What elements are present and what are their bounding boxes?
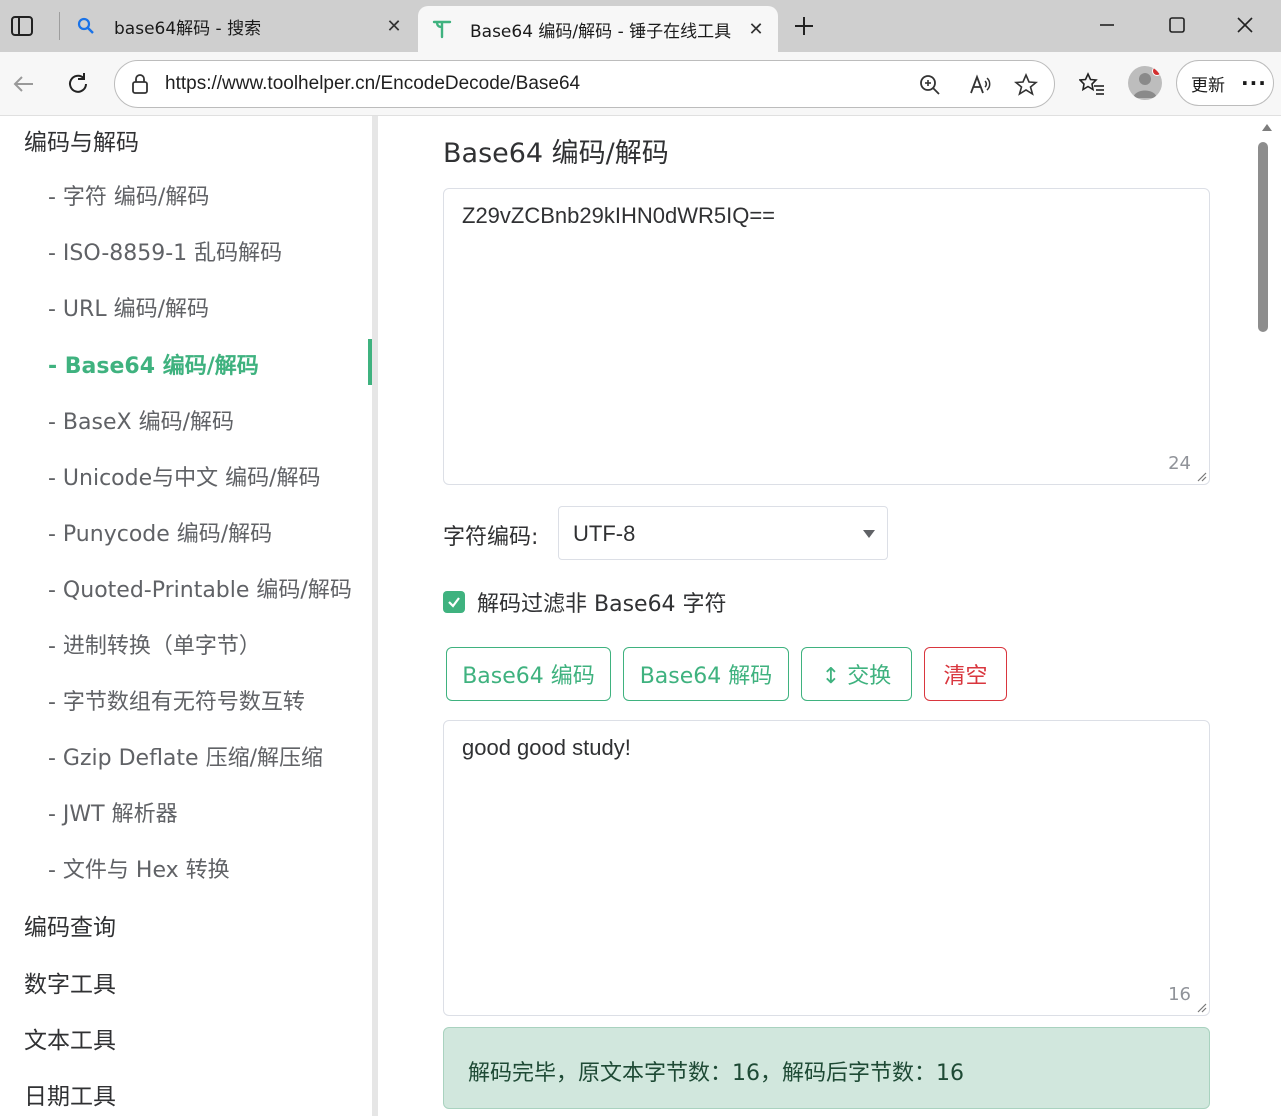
sidebar-item-iso-8859-1[interactable]: - ISO-8859-1 乱码解码 — [48, 235, 282, 267]
sidebar-item-punycode[interactable]: - Punycode 编码/解码 — [48, 516, 272, 548]
search-icon — [74, 14, 98, 38]
scroll-up-icon[interactable] — [1262, 124, 1272, 131]
more-options-icon[interactable]: ··· — [1241, 71, 1267, 95]
favorite-star-icon[interactable] — [1013, 72, 1039, 98]
sidebar-item-url[interactable]: - URL 编码/解码 — [48, 291, 209, 323]
encoding-label: 字符编码: — [443, 525, 539, 550]
sidebar-item-radix[interactable]: - 进制转换（单字节） — [48, 628, 261, 660]
resize-grip-icon[interactable] — [1197, 1003, 1207, 1013]
tab-title: base64解码 - 搜索 — [114, 18, 262, 39]
sidebar-item-base64[interactable]: - Base64 编码/解码 — [48, 348, 259, 380]
output-char-count: 16 — [1168, 984, 1191, 1005]
sidebar-section-encoding-lookup[interactable]: 编码查询 — [24, 908, 116, 942]
page-scrollbar[interactable] — [1254, 116, 1281, 1116]
sidebar-item-char-encode[interactable]: - 字符 编码/解码 — [48, 179, 209, 211]
tab-base64[interactable]: Base64 编码/解码 - 锤子在线工具 ✕ — [418, 6, 778, 52]
maximize-icon[interactable] — [1160, 10, 1194, 40]
minimize-icon[interactable] — [1090, 10, 1124, 40]
toolhelper-logo-icon — [430, 17, 454, 41]
sidebar-item-jwt[interactable]: - JWT 解析器 — [48, 796, 178, 828]
base64-decode-button[interactable]: Base64 解码 — [623, 647, 789, 701]
dropdown-arrow-icon — [863, 530, 875, 538]
back-icon[interactable] — [8, 68, 40, 100]
zoom-icon[interactable] — [917, 72, 943, 98]
base64-encode-button[interactable]: Base64 编码 — [446, 647, 611, 701]
encoding-value: UTF-8 — [573, 521, 636, 546]
clear-button[interactable]: 清空 — [924, 647, 1007, 701]
navigation-bar: https://www.toolhelper.cn/EncodeDecode/B… — [0, 52, 1281, 116]
update-button[interactable]: 更新 ··· — [1176, 60, 1274, 106]
sidebar-item-unicode[interactable]: - Unicode与中文 编码/解码 — [48, 460, 321, 492]
swap-button[interactable]: ↕ 交换 — [801, 647, 912, 701]
favorites-icon[interactable] — [1076, 68, 1108, 100]
filter-checkbox[interactable] — [443, 591, 465, 613]
output-text: good good study! — [462, 735, 631, 760]
sidebar-section-number-tools[interactable]: 数字工具 — [24, 965, 116, 999]
filter-checkbox-label[interactable]: 解码过滤非 Base64 字符 — [477, 586, 727, 618]
lock-icon[interactable] — [129, 73, 151, 95]
scroll-thumb[interactable] — [1258, 142, 1268, 332]
sidebar-section-text-tools[interactable]: 文本工具 — [24, 1021, 116, 1055]
tab-strip: base64解码 - 搜索 ✕ Base64 编码/解码 - 锤子在线工具 ✕ — [0, 0, 1281, 52]
refresh-icon[interactable] — [62, 68, 94, 100]
resize-grip-icon[interactable] — [1197, 472, 1207, 482]
sidebar-item-gzip[interactable]: - Gzip Deflate 压缩/解压缩 — [48, 740, 323, 772]
sidebar-item-quoted-printable[interactable]: - Quoted-Printable 编码/解码 — [48, 572, 352, 604]
tab-actions-icon[interactable] — [10, 14, 34, 38]
status-message: 解码完毕，原文本字节数：16，解码后字节数：16 — [468, 1061, 964, 1086]
profile-avatar[interactable] — [1128, 66, 1162, 100]
read-aloud-icon[interactable] — [967, 72, 993, 98]
close-tab-icon[interactable]: ✕ — [744, 17, 768, 41]
notification-dot — [1152, 66, 1162, 76]
input-text: Z29vZCBnb29kIHN0dWR5IQ== — [462, 203, 776, 228]
url-text[interactable]: https://www.toolhelper.cn/EncodeDecode/B… — [165, 73, 580, 95]
status-alert: 解码完毕，原文本字节数：16，解码后字节数：16 — [443, 1027, 1210, 1109]
output-textarea[interactable]: good good study! 16 — [443, 720, 1210, 1016]
tab-search[interactable]: base64解码 - 搜索 ✕ — [62, 0, 416, 52]
sidebar-item-file-hex[interactable]: - 文件与 Hex 转换 — [48, 852, 230, 884]
sidebar-item-byte-array[interactable]: - 字节数组有无符号数互转 — [48, 684, 305, 716]
input-textarea[interactable]: Z29vZCBnb29kIHN0dWR5IQ== 24 — [443, 188, 1210, 485]
sidebar: 编码与解码 - 字符 编码/解码 - ISO-8859-1 乱码解码 - URL… — [0, 116, 372, 1116]
update-label: 更新 — [1191, 75, 1225, 96]
page-title: Base64 编码/解码 — [443, 138, 669, 169]
sidebar-section-date-tools[interactable]: 日期工具 — [24, 1077, 116, 1111]
encoding-select[interactable]: UTF-8 — [558, 506, 888, 560]
sidebar-item-basex[interactable]: - BaseX 编码/解码 — [48, 404, 234, 436]
tab-title: Base64 编码/解码 - 锤子在线工具 — [470, 21, 732, 42]
main-content: Base64 编码/解码 Z29vZCBnb29kIHN0dWR5IQ== 24… — [378, 116, 1254, 1116]
sidebar-section-encode-decode[interactable]: 编码与解码 — [24, 123, 139, 157]
address-bar[interactable]: https://www.toolhelper.cn/EncodeDecode/B… — [114, 60, 1055, 108]
close-window-icon[interactable] — [1228, 10, 1262, 40]
input-char-count: 24 — [1168, 453, 1191, 474]
filter-checkbox-row[interactable]: 解码过滤非 Base64 字符 — [443, 586, 727, 618]
tab-separator — [59, 12, 60, 40]
new-tab-icon[interactable] — [790, 12, 818, 40]
close-tab-icon[interactable]: ✕ — [382, 14, 406, 38]
